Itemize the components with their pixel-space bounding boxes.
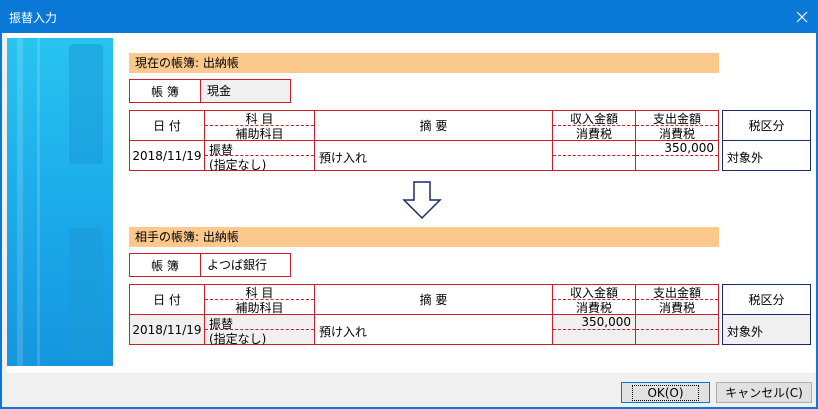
row-account-value-2[interactable]: 振替	[205, 315, 314, 331]
col-expense-tax-label: 消費税	[636, 125, 718, 141]
row-expense[interactable]: 350,000	[635, 140, 719, 171]
counterpart-book-header: 相手の帳簿: 出納帳	[129, 227, 719, 247]
row-account[interactable]: 振替 (指定なし)	[204, 140, 315, 172]
row-expense-tax-value[interactable]	[636, 155, 718, 171]
col-income-tax-label: 消費税	[553, 125, 635, 141]
side-banner-image	[7, 38, 113, 366]
current-book-header: 現在の帳簿: 出納帳	[129, 53, 719, 73]
row-income-value[interactable]	[553, 141, 635, 155]
book-value-2[interactable]: よつば銀行	[200, 253, 291, 277]
col-expense-2: 支出金額 消費税	[635, 284, 719, 315]
col-expense-tax-label-2: 消費税	[636, 299, 718, 315]
ok-button-label: OK(O)	[632, 384, 699, 401]
row-tax-class[interactable]: 対象外	[722, 140, 811, 171]
banner-separator	[113, 33, 121, 373]
col-sub-account-label: 補助科目	[205, 125, 314, 141]
book-value[interactable]: 現金	[200, 79, 291, 103]
row-income-2[interactable]: 350,000	[552, 314, 636, 345]
row-income-tax-value-2[interactable]	[553, 329, 635, 345]
col-date: 日 付	[129, 110, 205, 141]
col-account-label: 科 目	[245, 111, 274, 126]
col-income-label: 収入金額	[569, 111, 618, 126]
col-tax-class-2: 税区分	[722, 284, 811, 315]
row-summary[interactable]: 預け入れ	[314, 140, 553, 171]
arrow-down-icon	[402, 181, 442, 220]
title-bar: 振替入力	[0, 0, 818, 33]
col-summary-2: 摘 要	[314, 284, 553, 315]
col-income-2: 収入金額 消費税	[552, 284, 636, 315]
row-date-2[interactable]: 2018/11/19	[129, 314, 205, 345]
col-summary: 摘 要	[314, 110, 553, 141]
row-expense-tax-value-2[interactable]	[636, 329, 718, 345]
row-expense-2[interactable]	[635, 314, 719, 345]
book-label-2: 帳 簿	[129, 253, 201, 277]
window-title: 振替入力	[9, 11, 58, 25]
row-sub-account-value-2[interactable]: (指定なし)	[205, 329, 314, 346]
row-income[interactable]	[552, 140, 636, 171]
row-expense-value-2[interactable]	[636, 315, 718, 329]
row-date[interactable]: 2018/11/19	[129, 140, 205, 171]
ok-button[interactable]: OK(O)	[621, 382, 710, 403]
row-tax-class-2[interactable]: 対象外	[722, 314, 811, 345]
col-account-2: 科 目 補助科目	[204, 284, 315, 315]
col-income: 収入金額 消費税	[552, 110, 636, 141]
row-expense-value[interactable]: 350,000	[636, 141, 718, 155]
col-income-tax-label-2: 消費税	[553, 299, 635, 315]
row-income-value-2[interactable]: 350,000	[553, 315, 635, 329]
row-account-2[interactable]: 振替 (指定なし)	[204, 314, 315, 346]
row-sub-account-value[interactable]: (指定なし)	[205, 155, 314, 172]
col-account-label-2: 科 目	[245, 285, 274, 300]
book-label: 帳 簿	[129, 79, 201, 103]
row-account-value[interactable]: 振替	[205, 141, 314, 157]
cancel-button[interactable]: キャンセル(C)	[716, 382, 812, 403]
row-income-tax-value[interactable]	[553, 155, 635, 171]
row-summary-2[interactable]: 預け入れ	[314, 314, 553, 345]
col-account: 科 目 補助科目	[204, 110, 315, 141]
col-expense: 支出金額 消費税	[635, 110, 719, 141]
col-expense-label: 支出金額	[652, 111, 701, 126]
col-date-2: 日 付	[129, 284, 205, 315]
col-sub-account-label-2: 補助科目	[205, 299, 314, 315]
col-tax-class: 税区分	[722, 110, 811, 141]
col-expense-label-2: 支出金額	[652, 285, 701, 300]
col-income-label-2: 収入金額	[569, 285, 618, 300]
close-icon[interactable]	[785, 0, 818, 33]
